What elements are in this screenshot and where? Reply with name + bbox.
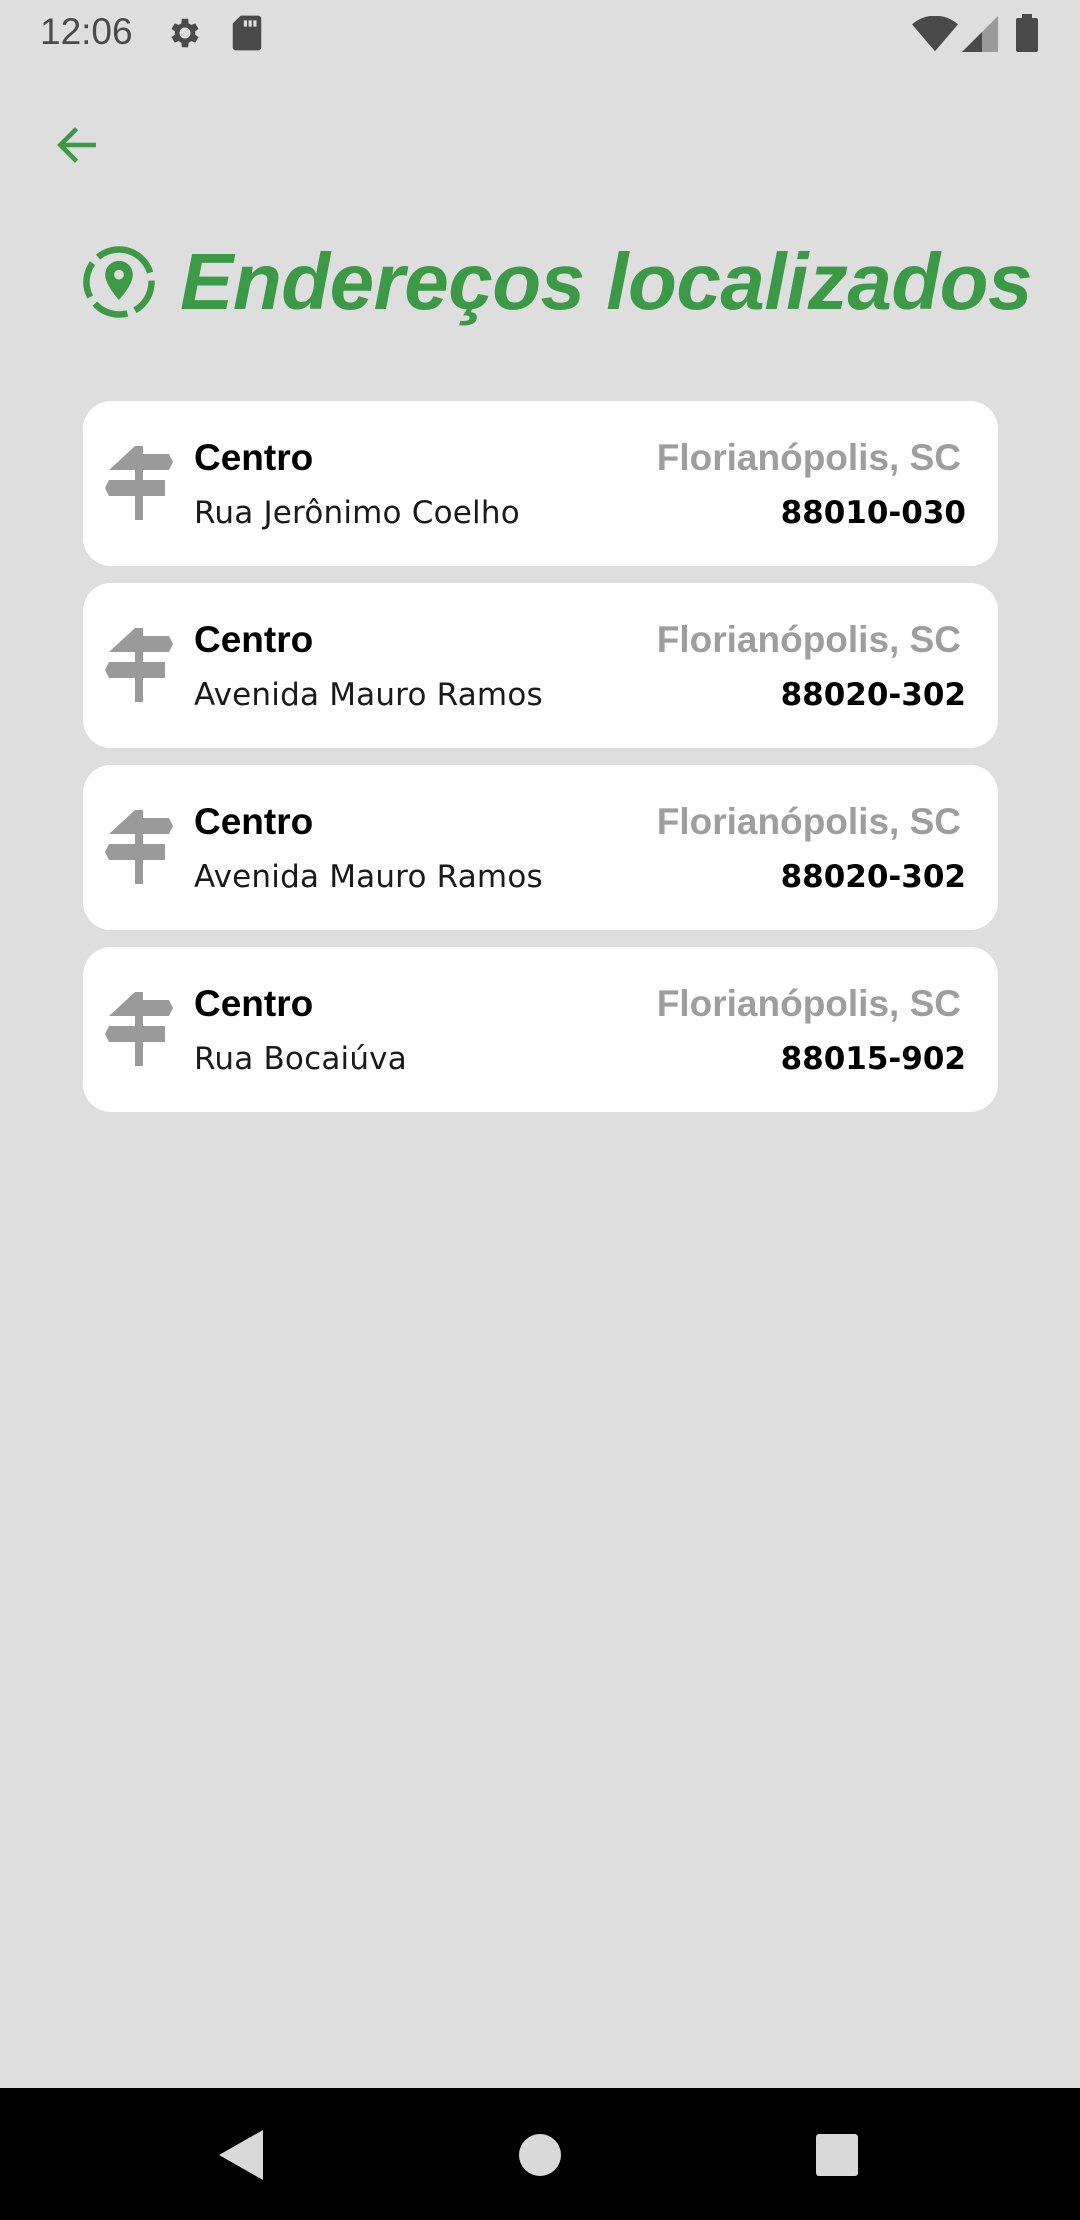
- battery-icon: [1016, 14, 1038, 57]
- back-button[interactable]: [40, 108, 114, 182]
- street: Rua Jerônimo Coelho: [194, 495, 520, 531]
- neighborhood: Centro: [194, 437, 314, 478]
- neighborhood: Centro: [194, 983, 314, 1024]
- page-title: Endereços localizados: [180, 237, 1033, 326]
- location-pin-icon: [80, 243, 158, 321]
- nav-recents-button[interactable]: [800, 2118, 874, 2192]
- wifi-icon: [912, 15, 958, 57]
- status-bar: 12:06: [0, 0, 1080, 66]
- signpost-icon: [105, 992, 173, 1066]
- nav-back-button[interactable]: [204, 2118, 278, 2192]
- signpost-icon: [105, 628, 173, 702]
- home-circle-icon: [519, 2134, 561, 2176]
- neighborhood: Centro: [194, 619, 314, 660]
- city-state: Florianópolis, SC: [656, 619, 961, 660]
- neighborhood: Centro: [194, 801, 314, 842]
- signpost-icon: [105, 810, 173, 884]
- page-header: Endereços localizados: [80, 232, 1033, 332]
- postal-code: 88020-302: [780, 677, 966, 713]
- address-card[interactable]: Centro Rua Bocaiúva Florianópolis, SC 88…: [83, 947, 998, 1112]
- city-state: Florianópolis, SC: [656, 983, 961, 1024]
- nav-home-button[interactable]: [503, 2118, 577, 2192]
- postal-code: 88020-302: [780, 859, 966, 895]
- city-state: Florianópolis, SC: [656, 437, 961, 478]
- status-time: 12:06: [40, 11, 133, 52]
- signpost-icon: [105, 446, 173, 520]
- address-list: Centro Rua Jerônimo Coelho Florianópolis…: [83, 401, 998, 1129]
- street: Avenida Mauro Ramos: [194, 677, 543, 713]
- address-card[interactable]: Centro Avenida Mauro Ramos Florianópolis…: [83, 583, 998, 748]
- recents-square-icon: [816, 2134, 858, 2176]
- postal-code: 88015-902: [780, 1041, 966, 1077]
- postal-code: 88010-030: [780, 495, 966, 531]
- navigation-bar: [0, 2088, 1080, 2220]
- address-card[interactable]: Centro Rua Jerônimo Coelho Florianópolis…: [83, 401, 998, 566]
- street: Rua Bocaiúva: [194, 1041, 407, 1077]
- settings-icon: [166, 14, 204, 57]
- city-state: Florianópolis, SC: [656, 801, 961, 842]
- back-triangle-icon: [219, 2130, 263, 2180]
- sd-card-icon: [230, 14, 264, 57]
- arrow-back-icon: [57, 127, 96, 163]
- signal-icon: [962, 16, 998, 57]
- street: Avenida Mauro Ramos: [194, 859, 543, 895]
- address-card[interactable]: Centro Avenida Mauro Ramos Florianópolis…: [83, 765, 998, 930]
